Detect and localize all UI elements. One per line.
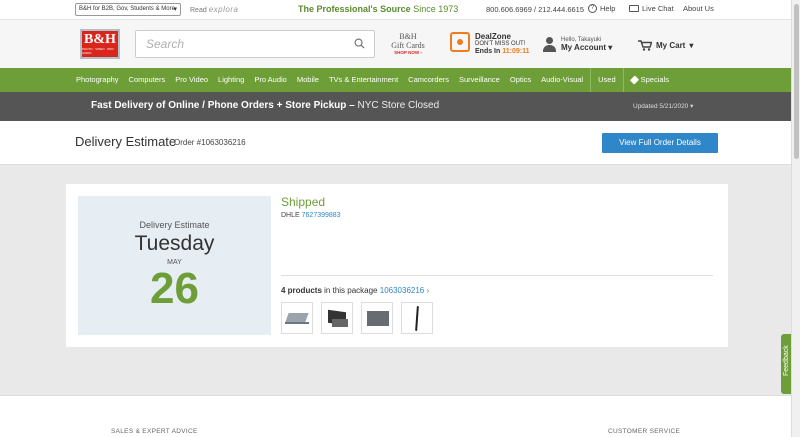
giftcards-line1: B&H (399, 32, 417, 41)
estimate-date: 26 (150, 264, 199, 313)
nav-item-camcorders[interactable]: Camcorders (405, 68, 456, 92)
page-scrollbar[interactable] (791, 0, 800, 437)
tagline: The Professional's Source Since 1973 (298, 4, 458, 14)
explora-link[interactable]: Read explora (190, 5, 238, 14)
live-chat-label: Live Chat (642, 4, 674, 13)
price-tag-icon (450, 32, 470, 52)
cart-label: My Cart (656, 41, 686, 50)
chevron-down-icon: ▾ (608, 43, 613, 52)
announcement-banner[interactable]: Fast Delivery of Online / Phone Orders +… (0, 92, 800, 121)
my-account-menu[interactable]: Hello, Takayuki My Account ▾ (543, 36, 612, 52)
main-nav: Photography Computers Pro Video Lighting… (0, 68, 800, 92)
banner-text: Fast Delivery of Online / Phone Orders +… (91, 100, 355, 111)
dealzone-subtitle: DON'T MISS OUT! (475, 41, 526, 47)
my-cart-link[interactable]: My Cart ▾ (638, 40, 693, 51)
page-title: Delivery Estimate (75, 134, 177, 149)
dealzone-text: DealZone DON'T MISS OUT! Ends In 11:09:1… (475, 32, 529, 55)
nav-item-optics[interactable]: Optics (507, 68, 538, 92)
account-text: Hello, Takayuki My Account ▾ (561, 36, 612, 52)
dealzone-ends-label: Ends In (475, 48, 501, 55)
footer-customer-service-heading: CUSTOMER SERVICE (608, 428, 681, 435)
scrollbar-thumb[interactable] (794, 4, 799, 159)
explora-logo: explora (208, 5, 239, 14)
question-circle-icon: ? (588, 4, 597, 13)
dealzone-countdown: Ends In 11:09:11 (475, 48, 529, 55)
feedback-label: Feedback (783, 345, 790, 376)
b2b-dropdown[interactable]: B&H for B2B, Gov, Students & More ▾ (75, 3, 181, 16)
page-header: Delivery Estimate Order #1063036216 View… (0, 121, 800, 165)
order-number: Order #1063036216 (174, 138, 246, 147)
banner-updated: Updated 5/21/2020 ▾ (633, 102, 693, 110)
site-header: B&H PHOTO · VIDEO · PRO AUDIO B&H Gift C… (0, 19, 800, 68)
product-thumbnail-pen[interactable] (401, 302, 433, 334)
tag-icon (629, 75, 639, 85)
package-summary: 4 products in this package 1063036216 › (281, 286, 429, 295)
chevron-down-icon: ▾ (689, 41, 694, 50)
divider (281, 275, 713, 276)
b2b-dropdown-label: B&H for B2B, Gov, Students & More (79, 6, 175, 12)
dealzone-time: 11:09:11 (502, 48, 530, 55)
product-thumbnail-keyboard[interactable] (361, 302, 393, 334)
estimate-label: Delivery Estimate (139, 220, 210, 230)
site-footer: SALES & EXPERT ADVICE CUSTOMER SERVICE (0, 395, 800, 437)
product-thumbnails (281, 302, 433, 334)
tracking-info: DHLE 7627399883 (281, 212, 341, 219)
nav-item-photography[interactable]: Photography (73, 68, 126, 92)
store-status: NYC Store Closed (357, 100, 440, 111)
chat-bubble-icon (629, 5, 639, 12)
chevron-down-icon: ▾ (173, 6, 177, 13)
product-thumbnail-tablet-stand[interactable] (321, 302, 353, 334)
package-link[interactable]: 1063036216 › (380, 286, 429, 295)
read-label: Read (190, 7, 207, 14)
nav-item-lighting[interactable]: Lighting (215, 68, 251, 92)
tagline-main: The Professional's Source (298, 4, 411, 14)
nav-item-tvs-entertainment[interactable]: TVs & Entertainment (326, 68, 405, 92)
logo-subtext: PHOTO · VIDEO · PRO AUDIO (82, 47, 114, 55)
dealzone-link[interactable]: DealZone DON'T MISS OUT! Ends In 11:09:1… (450, 32, 529, 55)
tagline-since: Since 1973 (413, 4, 459, 14)
giftcards-line2: Gift Cards (391, 41, 425, 50)
updated-label: Updated 5/21/2020 (633, 103, 689, 110)
account-label-row: My Account ▾ (561, 44, 612, 52)
bh-logo[interactable]: B&H PHOTO · VIDEO · PRO AUDIO (80, 29, 120, 59)
dealzone-title: DealZone (475, 32, 512, 41)
delivery-estimate-box: Delivery Estimate Tuesday MAY 26 (78, 196, 271, 335)
estimate-day: Tuesday (134, 232, 215, 255)
banner-message: Fast Delivery of Online / Phone Orders +… (91, 100, 439, 111)
nav-item-audio-visual[interactable]: Audio-Visual (538, 68, 590, 92)
search-input[interactable] (136, 31, 336, 57)
shipment-status: Shipped (281, 195, 326, 209)
nav-item-computers[interactable]: Computers (126, 68, 173, 92)
cart-icon (638, 40, 652, 51)
shipment-card: Delivery Estimate Tuesday MAY 26 Shipped… (66, 184, 728, 347)
search-icon[interactable] (354, 38, 365, 49)
about-us-link[interactable]: About Us (683, 4, 714, 13)
product-thumbnail-laptop[interactable] (281, 302, 313, 334)
chevron-down-icon: ▾ (690, 103, 694, 110)
live-chat-link[interactable]: Live Chat (629, 4, 674, 13)
product-count: 4 products (281, 286, 322, 295)
nav-item-mobile[interactable]: Mobile (294, 68, 326, 92)
phone-numbers[interactable]: 800.606.6969 / 212.444.6615 (486, 5, 584, 14)
help-link[interactable]: ? Help (588, 4, 615, 13)
nav-item-surveillance[interactable]: Surveillance (456, 68, 507, 92)
utility-bar: B&H for B2B, Gov, Students & More ▾ Read… (0, 0, 800, 19)
view-order-details-button[interactable]: View Full Order Details (602, 133, 718, 153)
giftcards-cta: SHOP NOW › (394, 50, 422, 55)
nav-item-used[interactable]: Used (590, 68, 623, 92)
package-text: in this package (324, 286, 378, 295)
user-icon (543, 36, 556, 52)
gift-cards-link[interactable]: B&H Gift Cards SHOP NOW › (388, 32, 428, 55)
specials-label: Specials (640, 75, 669, 84)
nav-item-specials[interactable]: Specials (622, 68, 676, 92)
nav-item-pro-video[interactable]: Pro Video (172, 68, 215, 92)
logo-text: B&H (84, 32, 116, 47)
nav-item-pro-audio[interactable]: Pro Audio (251, 68, 294, 92)
footer-sales-heading: SALES & EXPERT ADVICE (111, 428, 198, 435)
account-label: My Account (561, 43, 607, 52)
help-label: Help (600, 4, 616, 13)
tracking-number-link[interactable]: 7627399883 (302, 212, 341, 219)
search-box (135, 30, 375, 58)
carrier-name: DHLE (281, 212, 300, 219)
